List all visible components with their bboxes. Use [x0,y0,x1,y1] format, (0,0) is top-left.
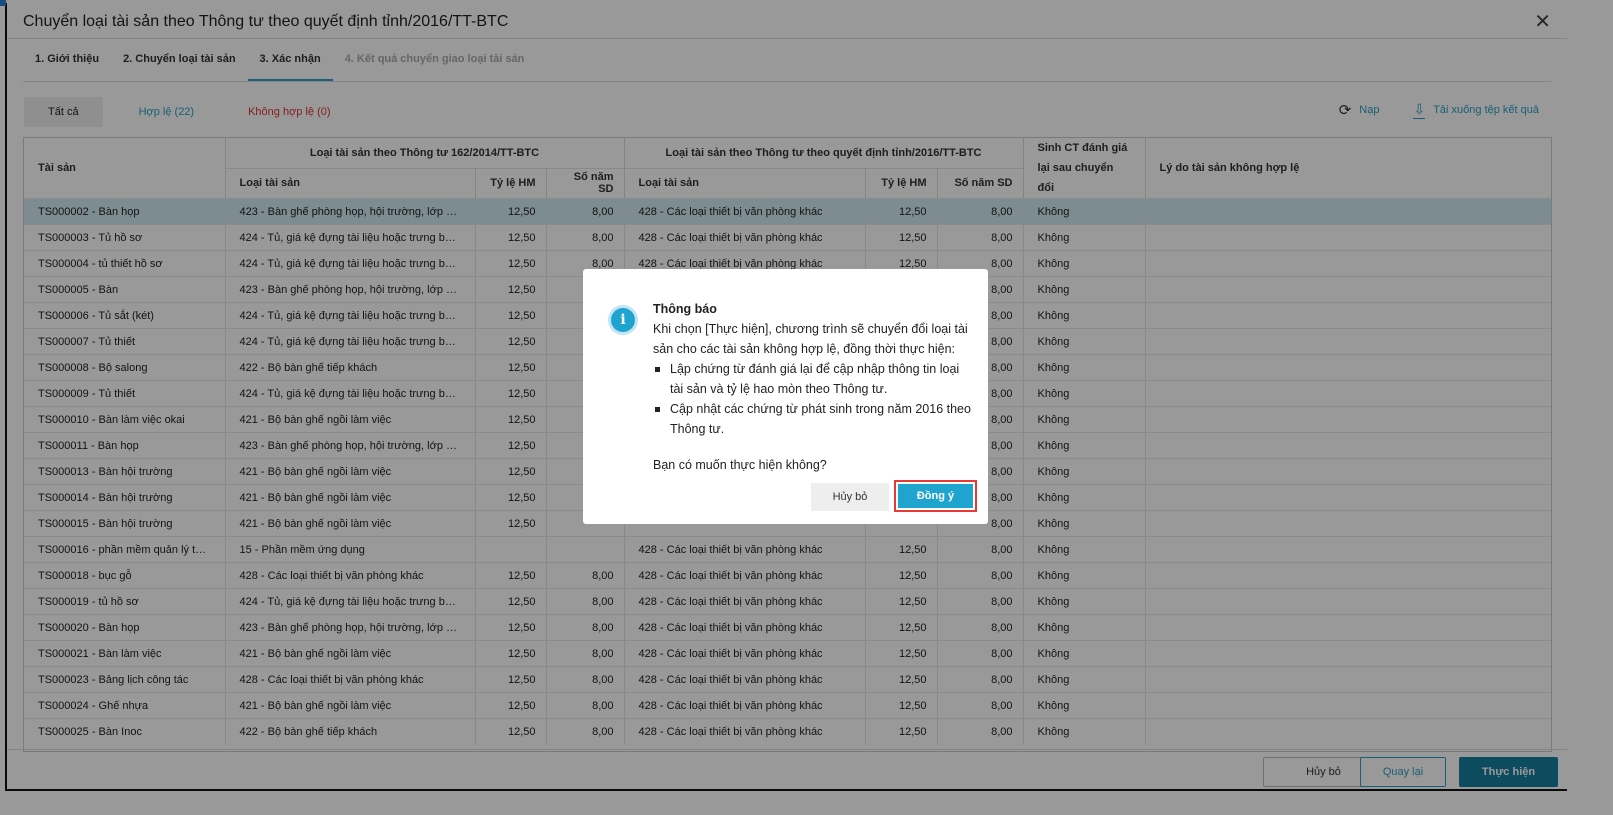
dialog-cancel-button[interactable]: Hủy bỏ [811,483,889,511]
confirm-dialog: i Thông báo Khi chọn [Thực hiện], chương… [583,269,988,524]
dialog-body: Thông báo Khi chọn [Thực hiện], chương t… [653,299,973,475]
dialog-bullet: Lập chứng từ đánh giá lại để cập nhập th… [653,359,973,399]
dialog-title: Thông báo [653,302,717,316]
dialog-confirm-button[interactable]: Đồng ý [894,480,977,512]
dialog-question: Bạn có muốn thực hiện không? [653,458,827,472]
dialog-bullets: Lập chứng từ đánh giá lại để cập nhập th… [653,359,973,439]
dialog-confirm-label: Đồng ý [898,484,973,508]
dialog-message: Khi chọn [Thực hiện], chương trình sẽ ch… [653,322,968,356]
info-icon: i [611,308,635,332]
dialog-bullet: Cập nhật các chứng từ phát sinh trong nă… [653,399,973,439]
